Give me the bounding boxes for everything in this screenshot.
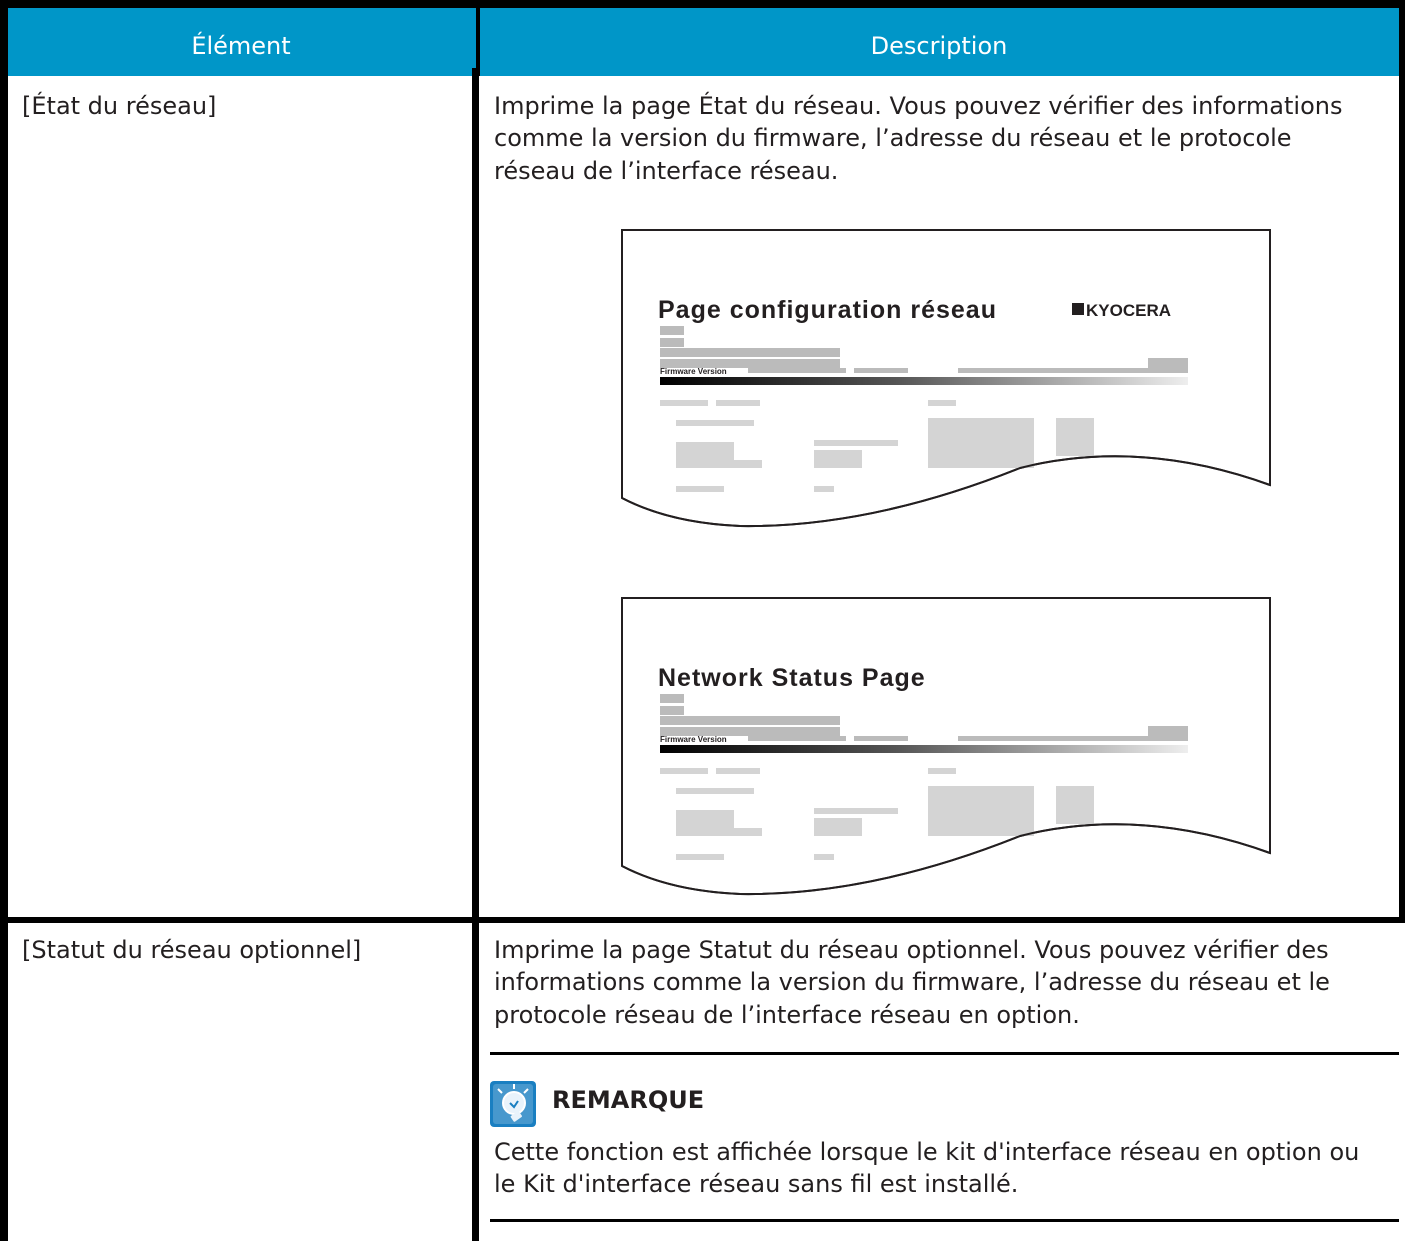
column-divider bbox=[472, 68, 479, 1241]
row-divider bbox=[0, 917, 1405, 923]
kyocera-logo: KYOCERA bbox=[1072, 301, 1171, 320]
description-line: réseau de l’interface réseau. bbox=[494, 157, 839, 185]
illustration-title: Network Status Page bbox=[658, 664, 926, 692]
column-header-element: Élément bbox=[191, 32, 291, 60]
note-text-line: le Kit d'interface réseau sans fil est i… bbox=[494, 1170, 1019, 1198]
description-line: comme la version du firmware, l’adresse … bbox=[494, 124, 1292, 152]
network-config-page-illustration: Page configuration réseau KYOCERA Firmwa… bbox=[620, 228, 1272, 528]
svg-text:Firmware Version: Firmware Version bbox=[660, 735, 727, 744]
svg-text:KYOCERA: KYOCERA bbox=[1086, 301, 1171, 320]
description-line: protocole réseau de l’interface réseau e… bbox=[494, 1001, 1080, 1029]
network-status-page-illustration: Network Status Page Firmware Version bbox=[620, 596, 1272, 896]
description-line: Imprime la page État du réseau. Vous pou… bbox=[494, 92, 1343, 120]
item-label-network-status: [État du réseau] bbox=[22, 92, 217, 120]
note-top-rule bbox=[490, 1052, 1399, 1055]
table-header: Élément Description bbox=[0, 0, 1405, 76]
description-line: Imprime la page Statut du réseau optionn… bbox=[494, 936, 1329, 964]
note-bottom-rule bbox=[490, 1219, 1399, 1222]
settings-table: Élément Description [État du réseau] Imp… bbox=[0, 0, 1405, 1241]
lightbulb-icon bbox=[490, 1081, 536, 1127]
illustration-title: Page configuration réseau bbox=[658, 296, 997, 324]
table-border-left bbox=[0, 68, 8, 1241]
column-header-description: Description bbox=[870, 32, 1008, 60]
svg-text:Firmware Version: Firmware Version bbox=[660, 367, 727, 376]
note-heading: REMARQUE bbox=[552, 1086, 705, 1114]
table-border-right bbox=[1399, 68, 1405, 917]
item-label-optional-network-status: [Statut du réseau optionnel] bbox=[22, 936, 362, 964]
description-line: informations comme la version du firmwar… bbox=[494, 968, 1330, 996]
note-text-line: Cette fonction est affichée lorsque le k… bbox=[494, 1138, 1360, 1166]
